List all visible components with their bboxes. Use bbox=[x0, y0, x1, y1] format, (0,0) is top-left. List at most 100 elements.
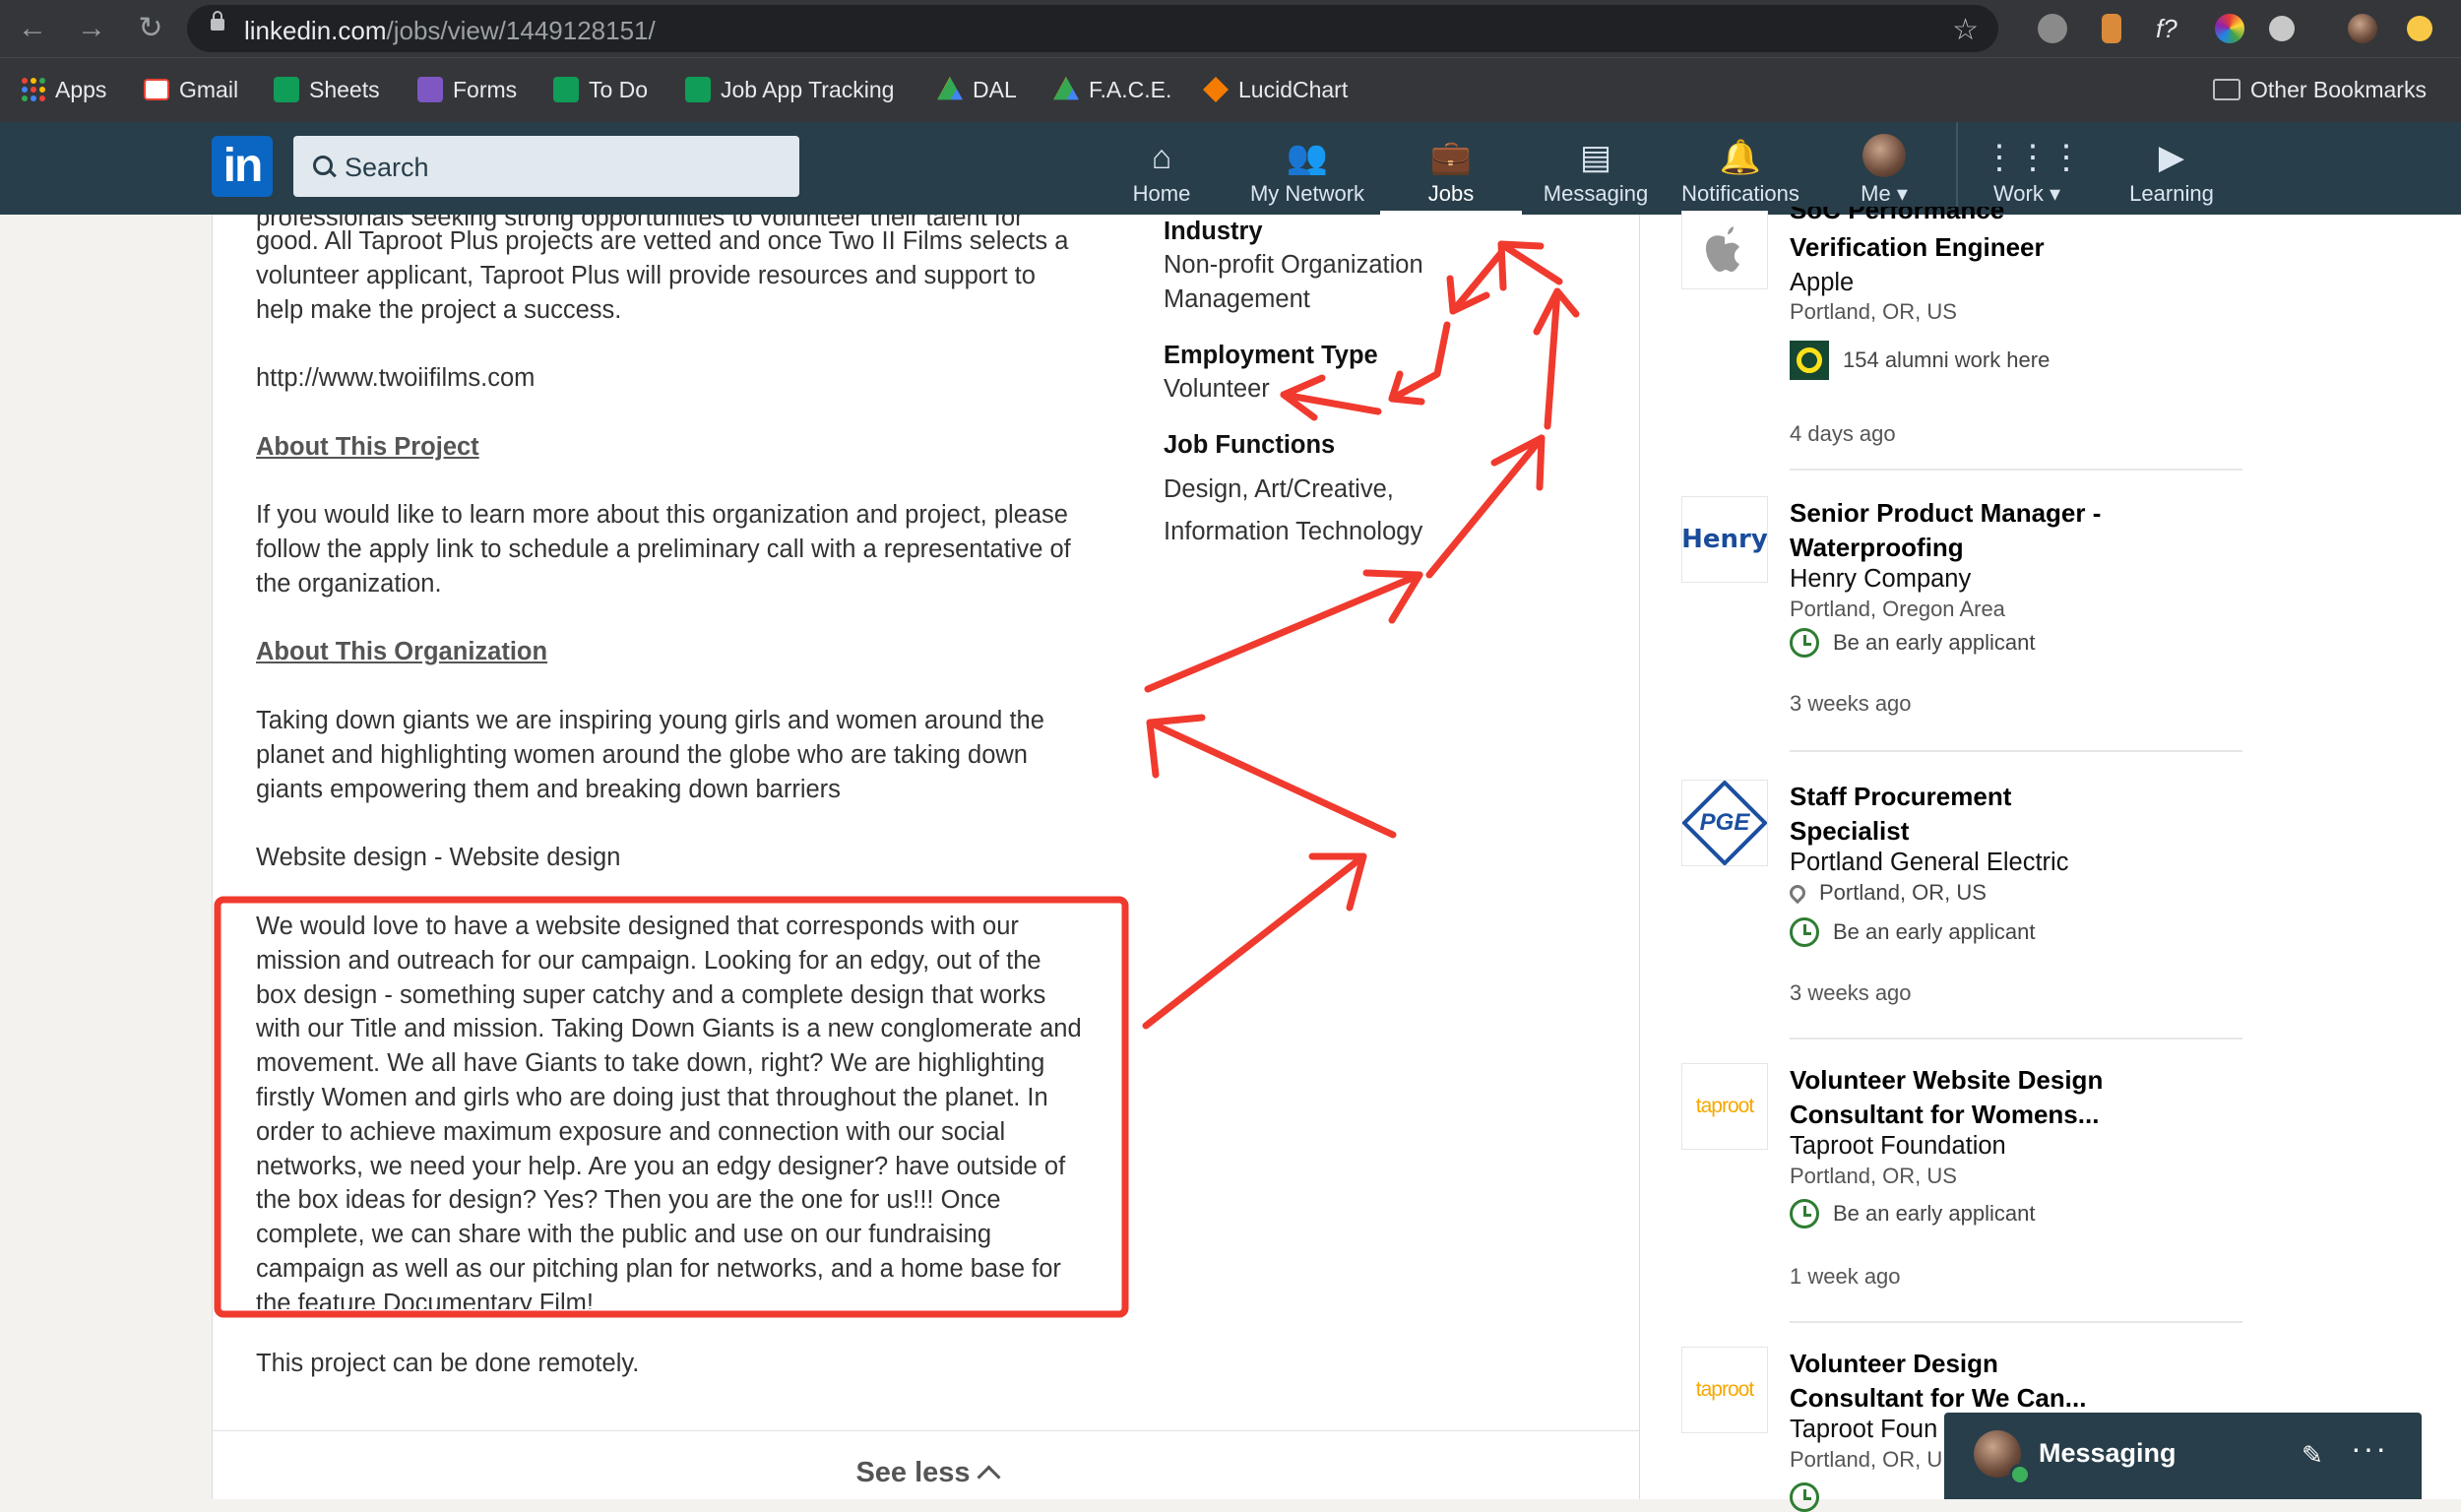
address-bar[interactable]: linkedin.com/jobs/view/1449128151/ ☆ bbox=[187, 5, 1998, 52]
extension-icon[interactable] bbox=[2407, 16, 2432, 41]
nav-learning[interactable]: ▶ Learning bbox=[2118, 122, 2225, 215]
similar-jobs-rail: SoC Performance Verification Engineer Ap… bbox=[1639, 207, 2461, 1512]
messaging-overlay[interactable]: Messaging ✎ ··· bbox=[1944, 1413, 2422, 1499]
sheets-icon bbox=[274, 77, 299, 102]
page-gutter bbox=[0, 215, 212, 1499]
description-paragraph: Website design - Website design bbox=[256, 844, 621, 871]
back-arrow-icon[interactable]: ← bbox=[16, 12, 49, 45]
apps-grid-icon bbox=[22, 78, 45, 101]
job-location: Portland, OR, US bbox=[1790, 299, 1957, 324]
alumni-badge: 154 alumni work here bbox=[1790, 341, 2050, 380]
bell-icon: 🔔 bbox=[1719, 139, 1762, 176]
bookmark-to-do[interactable]: To Do bbox=[553, 72, 648, 107]
pge-logo: PGE bbox=[1681, 780, 1768, 866]
messaging-icon: ▤ bbox=[1579, 139, 1612, 176]
nav-notifications[interactable]: 🔔 Notifications bbox=[1673, 122, 1807, 215]
profile-avatar[interactable] bbox=[2348, 14, 2377, 43]
bookmark-forms[interactable]: Forms bbox=[417, 72, 517, 107]
linkedin-logo[interactable]: in bbox=[212, 136, 273, 197]
job-functions-heading: Job Functions bbox=[1164, 431, 1336, 459]
job-title[interactable]: Volunteer Design Consultant for We Can... bbox=[1790, 1347, 2203, 1416]
search-icon bbox=[313, 156, 333, 175]
extension-icon[interactable] bbox=[2038, 14, 2067, 43]
extension-icon[interactable] bbox=[2102, 14, 2121, 43]
job-location: Portland, OR, U bbox=[1790, 1447, 1943, 1472]
job-posted-time: 1 week ago bbox=[1790, 1264, 1901, 1289]
linkedin-global-nav: in Search ⌂ Home 👥 My Network 💼 Jobs ▤ M… bbox=[0, 122, 2461, 215]
organization-website-link[interactable]: http://www.twoiifilms.com bbox=[256, 361, 1122, 396]
apple-logo-icon bbox=[1681, 211, 1768, 289]
job-posted-time: 3 weeks ago bbox=[1790, 691, 1912, 716]
nav-home[interactable]: ⌂ Home bbox=[1122, 122, 1201, 215]
about-organization-heading: About This Organization bbox=[256, 638, 548, 665]
search-input[interactable]: Search bbox=[293, 136, 799, 197]
browser-toolbar: ← → ↻ linkedin.com/jobs/view/1449128151/… bbox=[0, 0, 2461, 57]
bookmark-apps[interactable]: Apps bbox=[22, 72, 106, 107]
see-less-button[interactable]: See less bbox=[213, 1457, 1640, 1489]
compose-icon[interactable]: ✎ bbox=[2302, 1440, 2323, 1471]
job-posted-time: 4 days ago bbox=[1790, 421, 1896, 446]
early-applicant-badge: Be an early applicant bbox=[1790, 628, 2035, 658]
reload-icon[interactable]: ↻ bbox=[134, 12, 167, 45]
forward-arrow-icon[interactable]: → bbox=[75, 12, 108, 45]
nav-me[interactable]: Me ▾ bbox=[1847, 122, 1922, 215]
job-description-card: professionals seeking strong opportuniti… bbox=[212, 215, 1641, 1499]
industry-value: Non-profit Organization Management bbox=[1164, 251, 1423, 313]
job-location: Portland, OR, US bbox=[1786, 880, 1987, 906]
clock-icon bbox=[1790, 917, 1819, 947]
description-paragraph: good. All Taproot Plus projects are vett… bbox=[256, 227, 1069, 324]
job-title[interactable]: Senior Product Manager - Waterproofing bbox=[1790, 496, 2203, 565]
job-title[interactable]: Staff Procurement Specialist bbox=[1790, 780, 2203, 849]
online-status-icon bbox=[2009, 1464, 2031, 1485]
bookmark-dal[interactable]: DAL bbox=[937, 72, 1017, 107]
forms-icon bbox=[417, 77, 443, 102]
location-pin-icon bbox=[1786, 881, 1809, 905]
bookmark-job-app-tracking[interactable]: Job App Tracking bbox=[685, 72, 894, 107]
job-location: Portland, Oregon Area bbox=[1790, 597, 2005, 621]
job-company: Henry Company bbox=[1790, 565, 1972, 593]
description-paragraph: This project can be done remotely. bbox=[256, 1350, 640, 1377]
briefcase-icon: 💼 bbox=[1429, 139, 1473, 176]
bookmark-gmail[interactable]: Gmail bbox=[144, 72, 238, 107]
divider bbox=[1790, 750, 2242, 752]
employment-type-value: Volunteer bbox=[1164, 375, 1270, 403]
industry-heading: Industry bbox=[1164, 218, 1263, 245]
url-text[interactable]: linkedin.com/jobs/view/1449128151/ bbox=[244, 16, 656, 46]
about-project-heading: About This Project bbox=[256, 433, 479, 461]
lucidchart-icon bbox=[1203, 77, 1229, 102]
clock-icon bbox=[1790, 628, 1819, 658]
nav-messaging[interactable]: ▤ Messaging bbox=[1538, 122, 1654, 215]
extension-icon[interactable]: f? bbox=[2156, 14, 2185, 43]
caret-down-icon: ▾ bbox=[1896, 181, 1908, 206]
description-paragraph: We would love to have a website designed… bbox=[256, 913, 1082, 1309]
job-company: Apple bbox=[1790, 269, 1855, 296]
job-posted-time: 3 weeks ago bbox=[1790, 980, 1912, 1005]
divider bbox=[1790, 469, 2242, 471]
drive-icon bbox=[937, 77, 963, 100]
gmail-icon bbox=[144, 79, 169, 100]
employment-type-heading: Employment Type bbox=[1164, 342, 1378, 369]
color-picker-extension-icon[interactable] bbox=[2215, 14, 2244, 43]
gear-icon[interactable] bbox=[2269, 16, 2295, 41]
bookmark-face[interactable]: F.A.C.E. bbox=[1053, 72, 1171, 107]
early-applicant-badge: Be an early applicant bbox=[1790, 917, 2035, 947]
drive-icon bbox=[1053, 77, 1079, 100]
university-logo-icon bbox=[1790, 341, 1829, 380]
bookmark-sheets[interactable]: Sheets bbox=[274, 72, 380, 107]
nav-my-network[interactable]: 👥 My Network bbox=[1238, 122, 1376, 215]
bookmark-other[interactable]: Other Bookmarks bbox=[2213, 72, 2427, 107]
henry-company-logo: Henry bbox=[1681, 496, 1768, 583]
nav-jobs[interactable]: 💼 Jobs bbox=[1380, 122, 1522, 215]
bookmark-lucidchart[interactable]: LucidChart bbox=[1203, 72, 1348, 107]
more-options-icon[interactable]: ··· bbox=[2351, 1430, 2388, 1467]
divider bbox=[1790, 1038, 2242, 1040]
job-company: Taproot Foun bbox=[1790, 1416, 1938, 1443]
job-title[interactable]: Volunteer Website Design Consultant for W… bbox=[1790, 1063, 2203, 1132]
description-paragraph: Taking down giants we are inspiring youn… bbox=[256, 707, 1044, 803]
sheets-icon bbox=[553, 77, 579, 102]
nav-work[interactable]: ⋮⋮⋮ Work ▾ bbox=[1983, 122, 2083, 215]
job-location: Portland, OR, US bbox=[1790, 1164, 1957, 1188]
caret-down-icon: ▾ bbox=[2050, 181, 2061, 206]
job-title[interactable]: Verification Engineer bbox=[1790, 230, 2203, 265]
bookmark-star-icon[interactable]: ☆ bbox=[1952, 13, 1979, 47]
